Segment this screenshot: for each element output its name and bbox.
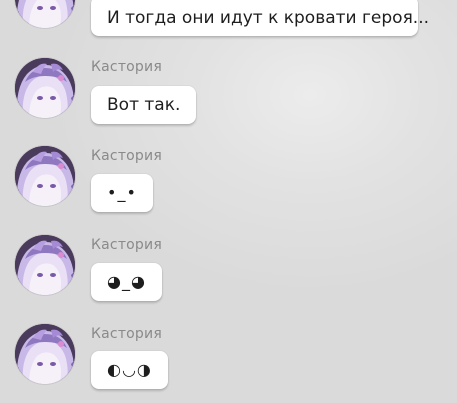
sender-name: Кастория [91,326,162,342]
message-bubble[interactable]: И тогда они идут к кровати героя... [91,0,429,36]
sender-name: Кастория [91,237,162,253]
castorice-avatar-icon[interactable] [15,324,75,384]
chat-log: И тогда они идут к кровати героя... Каст… [0,0,457,403]
message-row: Кастория ◕_◕ [0,235,457,305]
message-row: Кастория •_• [0,146,457,216]
message-row: И тогда они идут к кровати героя... [0,0,457,40]
message-bubble[interactable]: ◕_◕ [91,263,162,301]
message-row: Кастория Вот так. [0,57,457,127]
message-bubble[interactable]: ◐◡◑ [91,351,168,389]
castorice-avatar-icon[interactable] [15,58,75,118]
message-row: Кастория ◐◡◑ [0,324,457,394]
castorice-avatar-icon[interactable] [15,0,75,28]
sender-name: Кастория [91,59,162,75]
message-bubble[interactable]: •_• [91,174,153,212]
sender-name: Кастория [91,148,162,164]
castorice-avatar-icon[interactable] [15,146,75,206]
message-bubble[interactable]: Вот так. [91,86,197,124]
castorice-avatar-icon[interactable] [15,235,75,295]
